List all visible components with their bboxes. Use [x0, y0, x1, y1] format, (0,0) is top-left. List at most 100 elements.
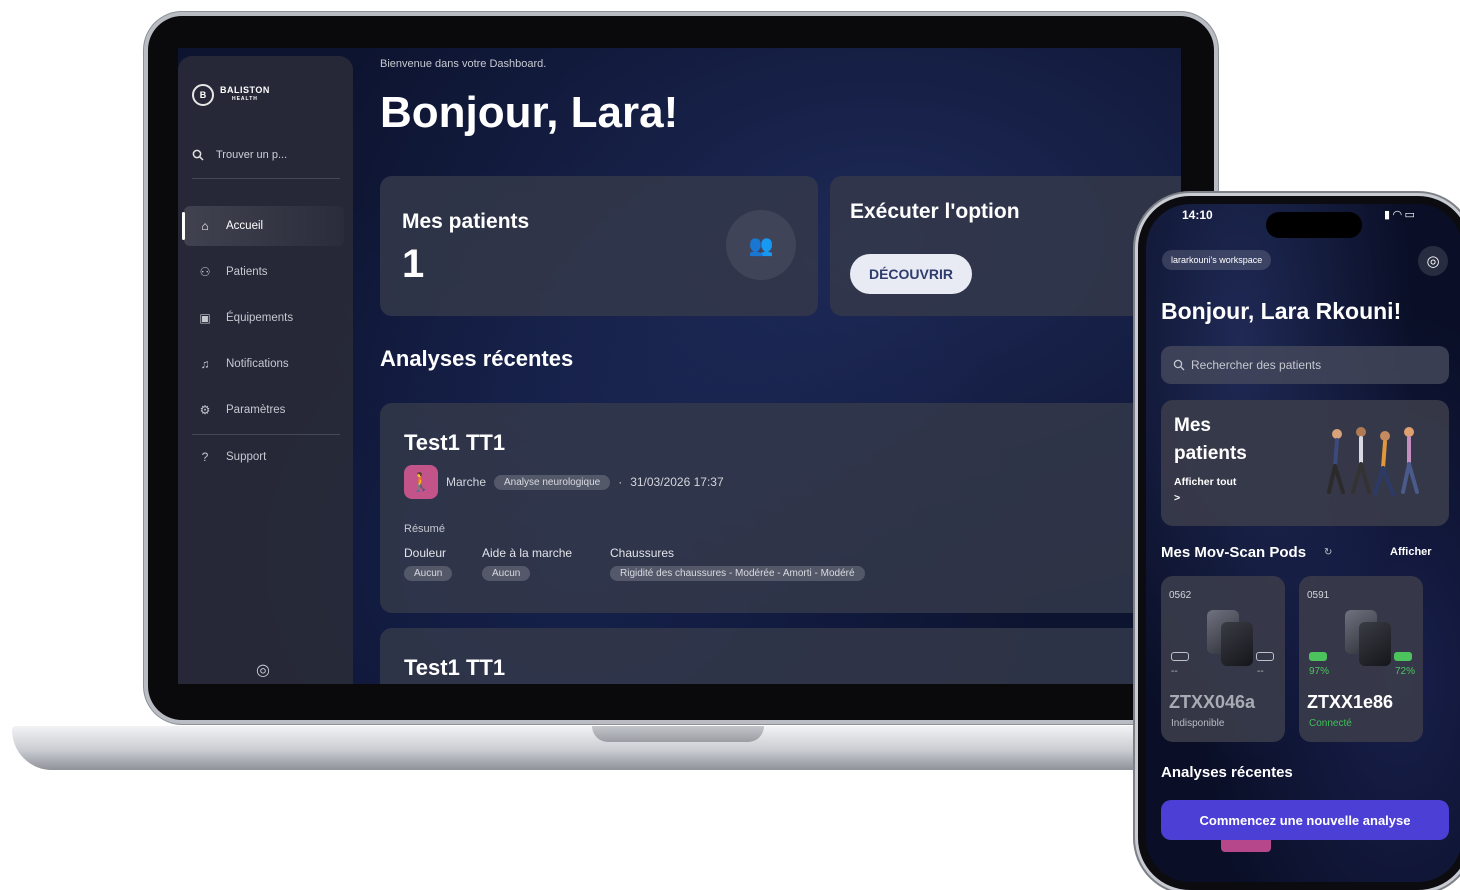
pods-title: Mes Mov-Scan Pods: [1161, 544, 1307, 561]
pod-card[interactable]: 0591 97% 72% ZTXX1e86 Connecté: [1299, 576, 1423, 742]
patients-card-title: Mes patients: [402, 210, 530, 233]
home-icon: ⌂: [201, 219, 209, 233]
laptop-screen: B BALISTON HEALTH Trouver un p... ⌂ Accu…: [178, 48, 1181, 684]
pod-id: 0562: [1169, 590, 1192, 601]
phone-recent-analyses-title: Analyses récentes: [1161, 764, 1293, 781]
analysis-datetime: 31/03/2026 17:37: [630, 475, 724, 489]
status-icons: ▮◠▭: [1384, 208, 1418, 221]
gear-icon: ⚙: [199, 403, 211, 417]
phone-screen: 14:10 ▮◠▭ lararkouni's workspace ◎ Bonjo…: [1146, 204, 1460, 882]
sidebar-item-label: Équipements: [226, 312, 294, 324]
summary-field-douleur: Douleur Aucun: [404, 546, 453, 581]
analysis-card[interactable]: Test1 TT1 🚶 Marche Analyse neurologique …: [380, 403, 1180, 613]
discover-button[interactable]: DÉCOUVRIR: [850, 254, 972, 294]
separator-dot: ·: [618, 475, 623, 489]
signal-icon: ▮: [1384, 209, 1394, 221]
sidebar-item-parametres[interactable]: ⚙ Paramètres: [184, 390, 344, 430]
battery-right-value: --: [1257, 666, 1264, 677]
sidebar-item-label: Support: [226, 451, 267, 463]
sidebar-item-label: Paramètres: [226, 404, 286, 416]
sidebar-item-notifications[interactable]: ♫ Notifications: [184, 344, 344, 384]
patients-group-icon: 👥: [726, 210, 796, 280]
welcome-text: Bienvenue dans votre Dashboard.: [380, 58, 547, 70]
logo-mark-icon: B: [192, 84, 214, 106]
walking-icon: 🚶: [404, 465, 438, 499]
battery-right-value: 72%: [1395, 666, 1416, 677]
sidebar-search[interactable]: Trouver un p...: [192, 144, 340, 166]
pods-show-all-link[interactable]: Afficher: [1390, 546, 1432, 558]
option-card-title: Exécuter l'option: [850, 200, 1020, 223]
patients-card[interactable]: Mes patients 1 👥: [380, 176, 818, 316]
summary-label: Résumé: [404, 523, 445, 535]
patients-card-title: Mes patients: [1174, 415, 1247, 464]
pod-device-icon: [1359, 622, 1391, 666]
pod-name: ZTXX1e86: [1307, 692, 1394, 712]
dynamic-island: [1266, 212, 1362, 238]
battery-left-icon: [1171, 652, 1189, 661]
walking-people-illustration: [1327, 427, 1419, 496]
bell-icon: ♫: [200, 357, 210, 371]
analysis-card[interactable]: Test1 TT1: [380, 628, 1180, 684]
collapse-icon[interactable]: ◎: [256, 660, 270, 680]
page-title: Bonjour, Lara!: [380, 88, 679, 137]
battery-left-icon: [1309, 652, 1327, 661]
sidebar: B BALISTON HEALTH Trouver un p... ⌂ Accu…: [178, 56, 353, 684]
sidebar-item-patients[interactable]: ⚇ Patients: [184, 252, 344, 292]
field-label: Chaussures: [610, 546, 675, 560]
patients-count: 1: [402, 242, 425, 286]
sidebar-item-accueil[interactable]: ⌂ Accueil: [182, 206, 344, 246]
field-value: Aucun: [404, 566, 453, 581]
equipment-icon: ▣: [199, 311, 211, 325]
pod-name: ZTXX046a: [1169, 692, 1256, 712]
logo[interactable]: B BALISTON HEALTH: [192, 84, 270, 106]
divider: [192, 178, 340, 179]
summary-field-aide: Aide à la marche Aucun: [482, 546, 572, 581]
analysis-type: Marche: [446, 475, 487, 489]
sidebar-item-label: Accueil: [226, 220, 264, 232]
help-icon: ?: [201, 450, 209, 464]
pod-device-icon: [1221, 622, 1253, 666]
phone-greeting: Bonjour, Lara Rkouni!: [1161, 298, 1402, 324]
pod-card[interactable]: 0562 -- -- ZTXX046a Indisponible: [1161, 576, 1285, 742]
battery-right-icon: [1256, 652, 1274, 661]
battery-right-icon: [1394, 652, 1412, 661]
divider: [192, 434, 340, 435]
search-icon: [192, 149, 204, 161]
patients-icon: ⚇: [199, 265, 211, 279]
battery-left-value: --: [1171, 666, 1178, 677]
analysis-patient-name: Test1 TT1: [404, 430, 506, 455]
option-card: Exécuter l'option DÉCOUVRIR: [830, 176, 1181, 316]
laptop-base: [12, 726, 1172, 770]
analysis-badge-peek: [1221, 840, 1271, 852]
logo-text: BALISTON HEALTH: [220, 85, 270, 103]
wifi-icon: ◠: [1393, 209, 1405, 221]
summary-field-chaussures: Chaussures Rigidité des chaussures - Mod…: [610, 546, 865, 581]
refresh-icon[interactable]: ↻: [1324, 547, 1332, 558]
new-analysis-button[interactable]: Commencez une nouvelle analyse: [1161, 800, 1449, 840]
pod-id: 0591: [1307, 590, 1330, 601]
recent-analyses-title: Analyses récentes: [380, 346, 574, 371]
field-value: Rigidité des chaussures - Modérée - Amor…: [610, 566, 865, 581]
battery-icon: ▭: [1404, 209, 1418, 221]
sidebar-item-equipements[interactable]: ▣ Équipements: [184, 298, 344, 338]
analysis-patient-name: Test1 TT1: [404, 655, 506, 680]
sidebar-item-support[interactable]: ? Support: [184, 437, 344, 477]
sidebar-search-placeholder: Trouver un p...: [216, 149, 288, 161]
patient-search-input[interactable]: Rechercher des patients: [1161, 346, 1449, 384]
phone-patients-card[interactable]: Mes patients Afficher tout >: [1161, 400, 1449, 526]
pod-status: Connecté: [1309, 718, 1352, 729]
field-label: Douleur: [404, 546, 447, 560]
field-value: Aucun: [482, 566, 531, 581]
sidebar-item-label: Notifications: [226, 358, 289, 370]
analysis-category-badge: Analyse neurologique: [494, 474, 611, 490]
search-placeholder: Rechercher des patients: [1191, 358, 1322, 372]
workspace-badge[interactable]: lararkouni's workspace: [1162, 250, 1272, 270]
search-icon: [1173, 359, 1185, 371]
sidebar-item-label: Patients: [226, 266, 268, 278]
field-label: Aide à la marche: [482, 546, 573, 560]
status-time: 14:10: [1182, 208, 1213, 222]
battery-left-value: 97%: [1309, 666, 1330, 677]
analysis-meta: 🚶 Marche Analyse neurologique · 31/03/20…: [404, 465, 724, 499]
show-all-link[interactable]: Afficher tout >: [1174, 474, 1236, 506]
settings-icon[interactable]: ◎: [1418, 246, 1448, 276]
